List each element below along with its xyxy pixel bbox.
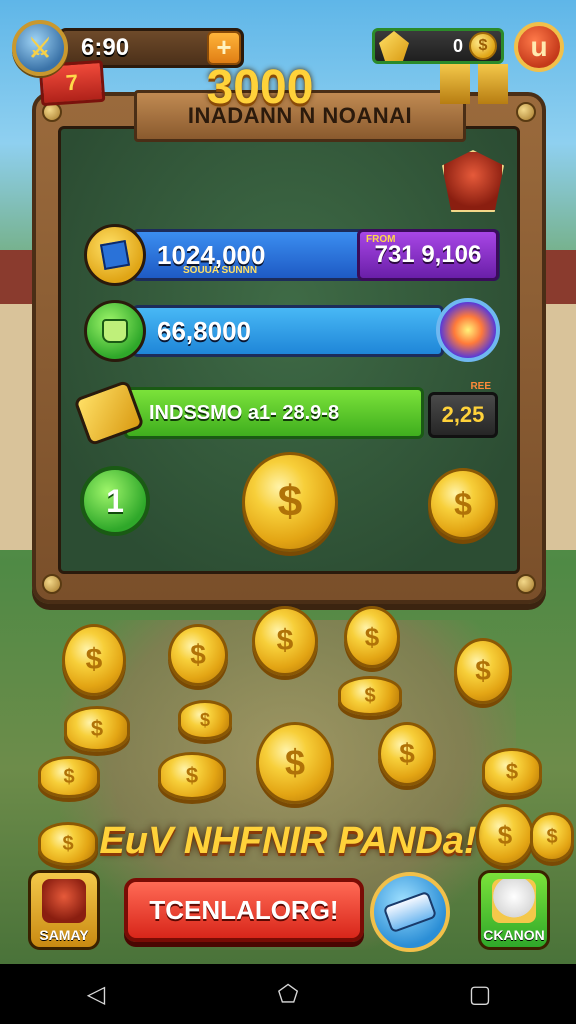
home-icon[interactable]: ⬠ xyxy=(266,972,310,1016)
close-button[interactable]: u xyxy=(514,22,564,72)
coin[interactable]: $ xyxy=(454,638,512,704)
blue-gem-icon xyxy=(84,224,146,286)
currency-value: 6:90 xyxy=(81,34,130,61)
coin[interactable]: $ xyxy=(38,756,100,798)
reward-row-2[interactable]: 66,8000 xyxy=(84,300,444,362)
reward-row-3-tag-value: 2,25 xyxy=(441,402,485,427)
ckanon-button[interactable]: CKANON xyxy=(478,870,550,950)
reward-row-1-sub: SOUUA SUNNN xyxy=(183,265,258,276)
reward-row-2-value: 66,8000 xyxy=(157,315,251,346)
samay-button-label: SAMAY xyxy=(39,927,89,943)
bolt-icon xyxy=(516,574,536,594)
ticket-icon xyxy=(382,890,438,934)
reward-row-2-bar: 66,8000 xyxy=(132,305,444,357)
reward-row-1[interactable]: 1024,000 SOUUA SUNNN FROM 731 9,106 xyxy=(84,224,500,286)
crest-wing-right xyxy=(478,64,508,104)
ckanon-button-label: CKANON xyxy=(483,927,545,943)
coin-large[interactable]: $ xyxy=(242,452,338,552)
bolt-icon xyxy=(42,574,62,594)
system-navbar: ◁ ⬠ ▢ xyxy=(0,964,576,1024)
promo-banner: EuV NHFNIR PANDa! xyxy=(99,820,477,862)
coin[interactable]: $ xyxy=(62,624,126,696)
coin[interactable]: $ xyxy=(482,748,542,796)
coin[interactable]: $ xyxy=(428,468,498,540)
green-bag-icon xyxy=(84,300,146,362)
coin[interactable]: $ xyxy=(378,722,436,786)
bowl-icon xyxy=(492,879,536,923)
samay-button[interactable]: SAMAY xyxy=(28,870,100,950)
lightning-orb-icon[interactable] xyxy=(436,298,500,362)
collect-button[interactable]: TCENLALORG! xyxy=(124,878,364,942)
reward-row-1-bar: 1024,000 SOUUA SUNNN FROM 731 9,106 xyxy=(132,229,500,281)
coin[interactable]: $ xyxy=(252,606,318,676)
premium-hud: 0 $ xyxy=(372,28,504,64)
collect-button-label: TCENLALORG! xyxy=(149,894,339,925)
recents-icon[interactable]: ▢ xyxy=(458,972,502,1016)
reward-row-1-tag-value: 731 9,106 xyxy=(374,241,482,268)
reward-row-3-tag: REE 2,25 xyxy=(428,381,498,438)
premium-value: 0 xyxy=(452,35,463,56)
reward-row-3[interactable]: INDSSMO a1- 28.9-8 xyxy=(73,379,424,447)
coin[interactable]: $ xyxy=(338,676,402,716)
coin[interactable]: $ xyxy=(256,722,334,804)
coin[interactable]: $ xyxy=(168,624,228,686)
coin-icon: $ xyxy=(469,32,497,60)
gem-icon xyxy=(379,31,409,61)
bolt-icon xyxy=(516,102,536,122)
ticket-round-button[interactable] xyxy=(370,872,450,952)
back-icon[interactable]: ◁ xyxy=(74,972,118,1016)
crest-wing-left xyxy=(440,64,470,104)
reward-row-3-value: INDSSMO a1- 28.9-8 xyxy=(149,401,340,424)
bottom-controls: SAMAY TCENLALORG! CKANON xyxy=(0,866,576,962)
total-reward: 3000 xyxy=(206,61,314,114)
reward-row-3-tag-label: REE xyxy=(470,381,491,392)
reward-row-3-bar: INDSSMO a1- 28.9-8 xyxy=(124,387,424,439)
sword-icon[interactable]: ⚔ xyxy=(12,20,68,76)
coin[interactable]: $ xyxy=(178,700,232,740)
green-count-badge[interactable]: 1 xyxy=(80,466,150,536)
coin[interactable]: $ xyxy=(344,606,400,668)
coin[interactable]: $ xyxy=(158,752,226,800)
reward-row-1-tag-label: FROM xyxy=(366,234,396,245)
coin[interactable]: $ xyxy=(64,706,130,752)
shield-icon xyxy=(42,879,86,923)
reward-row-1-tag: FROM 731 9,106 xyxy=(357,229,499,281)
